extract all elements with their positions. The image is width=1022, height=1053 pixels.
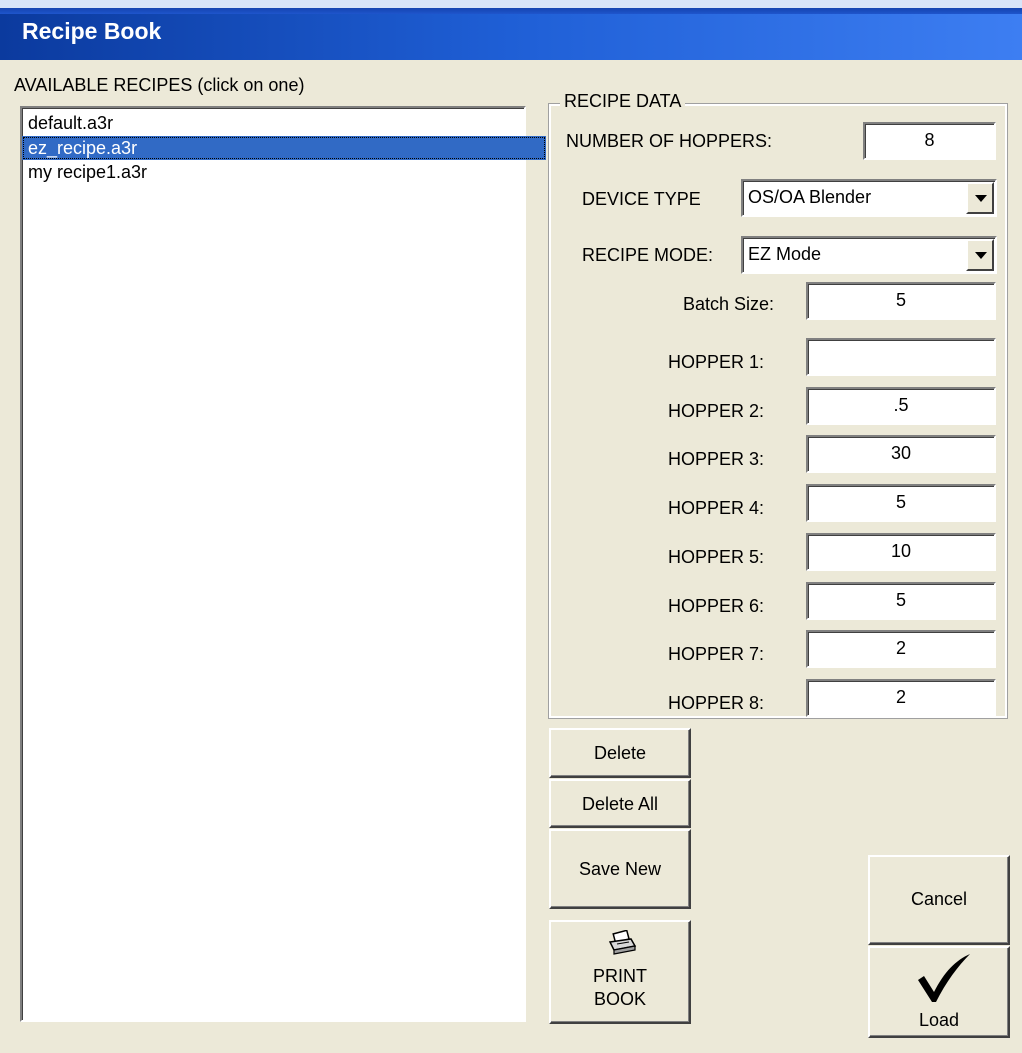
hopper-1-input[interactable] (806, 338, 996, 376)
recipe-list[interactable]: default.a3r ez_recipe.a3r my recipe1.a3r (20, 106, 546, 1022)
hopper-8-label: HOPPER 8: (668, 693, 765, 713)
hopper-8-input[interactable]: 2 (806, 679, 996, 717)
print-book-label-line2: BOOK (593, 989, 646, 1009)
recipe-mode-value: EZ Mode (748, 244, 822, 264)
hopper-5-input[interactable]: 10 (806, 533, 996, 571)
hopper-5-label: HOPPER 5: (668, 547, 765, 567)
save-new-button[interactable]: Save New (549, 829, 691, 909)
recipe-list-item[interactable]: default.a3r (22, 111, 546, 135)
hopper-4-input[interactable]: 5 (806, 484, 996, 522)
available-recipes-header: AVAILABLE RECIPES (click on one) (14, 75, 305, 95)
number-of-hoppers-input[interactable]: 8 (863, 122, 996, 160)
hopper-1-label: HOPPER 1: (668, 352, 765, 372)
hopper-3-label: HOPPER 3: (668, 449, 765, 469)
window-title: Recipe Book (22, 18, 162, 44)
recipe-mode-select[interactable]: EZ Mode (741, 236, 997, 274)
recipe-list-item[interactable]: my recipe1.a3r (22, 160, 546, 184)
cancel-button[interactable]: Cancel (868, 855, 1010, 945)
hopper-7-input[interactable]: 2 (806, 630, 996, 668)
hopper-2-input[interactable]: .5 (806, 387, 996, 425)
chevron-down-icon (975, 252, 987, 259)
title-bar[interactable]: Recipe Book (0, 0, 1022, 60)
load-button-label: Load (918, 1010, 960, 1030)
hopper-3-input[interactable]: 30 (806, 435, 996, 473)
recipe-list-item-selected[interactable]: ez_recipe.a3r (22, 136, 546, 160)
recipe-data-title: RECIPE DATA (560, 91, 686, 112)
printer-icon (607, 929, 637, 956)
load-button[interactable]: Load (868, 946, 1010, 1038)
device-type-select[interactable]: OS/OA Blender (741, 179, 997, 217)
hopper-7-label: HOPPER 7: (668, 644, 765, 664)
number-of-hoppers-label: NUMBER OF HOPPERS: (566, 131, 773, 151)
device-type-dropdown-button[interactable] (966, 182, 994, 214)
recipe-book-window: Recipe Book AVAILABLE RECIPES (click on … (0, 0, 1022, 1053)
device-type-label: DEVICE TYPE (582, 189, 701, 209)
save-new-button-label: Save New (578, 859, 662, 879)
chevron-down-icon (975, 195, 987, 202)
device-type-value: OS/OA Blender (748, 187, 872, 207)
hopper-2-label: HOPPER 2: (668, 401, 765, 421)
recipe-mode-dropdown-button[interactable] (966, 239, 994, 271)
recipe-mode-label: RECIPE MODE: (582, 245, 714, 265)
print-book-button[interactable]: PRINT BOOK (549, 920, 691, 1024)
checkmark-icon (914, 952, 974, 1004)
batch-size-label: Batch Size: (683, 294, 775, 314)
delete-all-button[interactable]: Delete All (549, 779, 691, 828)
print-book-label-line1: PRINT (593, 966, 647, 986)
cancel-button-label: Cancel (910, 889, 968, 909)
title-bar-edge (0, 0, 1022, 8)
hopper-6-input[interactable]: 5 (806, 582, 996, 620)
hopper-4-label: HOPPER 4: (668, 498, 765, 518)
hopper-6-label: HOPPER 6: (668, 596, 765, 616)
delete-all-button-label: Delete All (581, 794, 659, 814)
delete-button-label: Delete (593, 743, 647, 763)
delete-button[interactable]: Delete (549, 728, 691, 778)
batch-size-input[interactable]: 5 (806, 282, 996, 320)
